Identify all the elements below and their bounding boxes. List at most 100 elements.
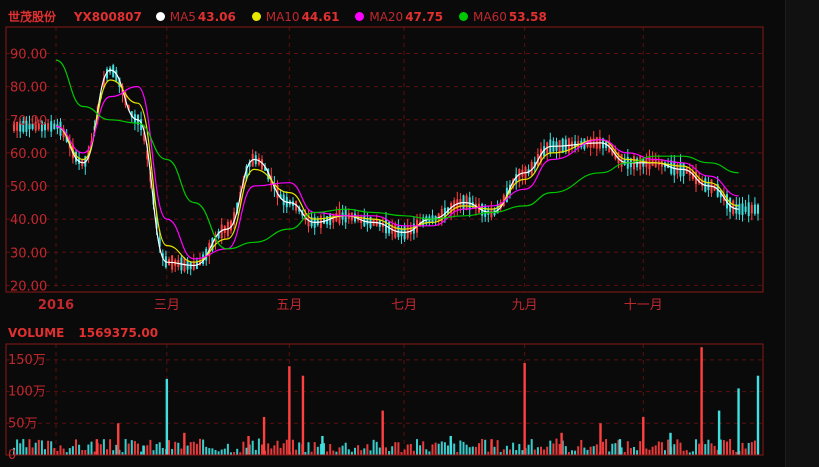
volume-bar-minor bbox=[645, 448, 648, 455]
volume-bar-minor bbox=[595, 444, 598, 455]
volume-bar bbox=[669, 432, 672, 455]
volume-bar-minor bbox=[564, 446, 567, 455]
volume-bar-minor bbox=[685, 450, 688, 455]
ma20-dot-icon bbox=[355, 12, 365, 21]
volume-bar-minor bbox=[540, 446, 542, 455]
date-tick-label: 五月 bbox=[276, 298, 302, 313]
volume-bar-minor bbox=[648, 449, 651, 455]
stock-code: YX800807 bbox=[73, 9, 142, 24]
volume-bar-minor bbox=[546, 446, 549, 455]
volume-bar-minor bbox=[174, 441, 177, 455]
volume-bar-minor bbox=[388, 451, 391, 455]
volume-bar-minor bbox=[109, 439, 112, 455]
volume-bar bbox=[321, 435, 324, 455]
ma20-line bbox=[55, 85, 739, 260]
price-tick-label: 50.00 bbox=[10, 180, 47, 195]
price-tick-label: 60.00 bbox=[10, 147, 47, 162]
volume-bar-minor bbox=[347, 449, 350, 455]
volume-bar-minor bbox=[56, 451, 59, 455]
volume-bar-minor bbox=[468, 447, 471, 455]
volume-bar-minor bbox=[93, 451, 96, 455]
volume-bar-minor bbox=[695, 439, 697, 455]
volume-bar-minor bbox=[366, 444, 369, 455]
volume-bar-minor bbox=[558, 443, 561, 455]
volume-bar-minor bbox=[391, 446, 394, 455]
volume-bar-minor bbox=[149, 439, 152, 455]
volume-bar-minor bbox=[741, 442, 744, 455]
volume-bar-minor bbox=[34, 442, 37, 455]
volume-bar-minor bbox=[87, 444, 90, 455]
volume-bar-minor bbox=[158, 442, 161, 455]
volume-bar-minor bbox=[654, 445, 657, 455]
volume-bar-minor bbox=[664, 450, 666, 455]
volume-bar-minor bbox=[211, 448, 214, 455]
volume-bar-minor bbox=[465, 444, 468, 455]
volume-bar-minor bbox=[533, 449, 536, 455]
volume-bar-minor bbox=[59, 445, 62, 455]
volume-bar-minor bbox=[397, 442, 400, 455]
volume-bar-minor bbox=[102, 439, 105, 455]
volume-bar-minor bbox=[580, 439, 583, 455]
volume-bar-minor bbox=[71, 446, 74, 455]
volume-bar-minor bbox=[270, 448, 273, 455]
ma5-label: MA5 bbox=[169, 9, 196, 24]
chart-canvas: 20.00 30.00 40.00 50.00 60.00 70.00 80.00 90.00… bbox=[5, 26, 764, 463]
volume-bar-minor bbox=[44, 449, 46, 455]
volume-bar-minor bbox=[726, 441, 728, 455]
volume-bar-minor bbox=[484, 439, 487, 455]
volume-bar-minor bbox=[437, 443, 440, 455]
volume-bar-minor bbox=[31, 447, 34, 455]
ma20-value: 47.75 bbox=[405, 9, 444, 24]
volume-bar-minor bbox=[614, 443, 617, 455]
volume-tick-label: 150万 bbox=[8, 353, 46, 368]
volume-bar-minor bbox=[90, 441, 93, 455]
volume-bar-minor bbox=[589, 446, 592, 455]
volume-bar-minor bbox=[137, 443, 139, 455]
volume-bar-minor bbox=[471, 446, 474, 455]
ma60-dot-icon bbox=[459, 12, 468, 21]
price-tick-label: 90.00 bbox=[10, 48, 47, 63]
volume-bar-minor bbox=[571, 450, 573, 455]
volume-bar-minor bbox=[431, 444, 434, 455]
volume-bar bbox=[737, 388, 740, 455]
volume-bar-minor bbox=[626, 441, 629, 455]
right-scroll-panel[interactable] bbox=[785, 0, 819, 467]
volume-bar-minor bbox=[279, 447, 282, 455]
volume-bar bbox=[165, 378, 169, 455]
volume-bar-minor bbox=[521, 450, 524, 455]
volume-bar-minor bbox=[313, 442, 316, 455]
volume-bar-minor bbox=[406, 444, 409, 455]
date-tick-label: 2016 bbox=[38, 298, 74, 313]
volume-bar-minor bbox=[245, 447, 248, 455]
volume-bar-minor bbox=[651, 446, 654, 455]
volume-bar-minor bbox=[295, 449, 298, 455]
volume-bar-minor bbox=[375, 441, 378, 455]
volume-bar-minor bbox=[146, 445, 149, 455]
date-tick-label: 七月 bbox=[391, 298, 417, 313]
volume-bar-minor bbox=[592, 446, 595, 455]
price-tick-label: 30.00 bbox=[10, 246, 47, 261]
volume-bar-minor bbox=[298, 442, 301, 455]
volume-bar-minor bbox=[202, 439, 205, 455]
volume-bar-minor bbox=[220, 449, 223, 455]
volume-bar-minor bbox=[419, 445, 422, 455]
volume-bar-minor bbox=[99, 444, 102, 455]
volume-bar-minor bbox=[487, 451, 490, 455]
volume-bar-minor bbox=[416, 439, 418, 455]
ma60-value: 53.58 bbox=[508, 9, 547, 24]
volume-bar-minor bbox=[177, 442, 180, 455]
volume-bar bbox=[756, 375, 760, 455]
volume-bar bbox=[381, 410, 384, 455]
volume-bar bbox=[117, 423, 120, 455]
volume-bar-minor bbox=[292, 439, 294, 455]
volume-bar-minor bbox=[25, 447, 28, 455]
volume-bar-minor bbox=[208, 448, 211, 455]
volume-bar-minor bbox=[577, 446, 580, 455]
volume-bar-minor bbox=[171, 448, 174, 455]
ma20-label: MA20 bbox=[369, 9, 404, 24]
volume-bar-minor bbox=[344, 442, 347, 455]
volume-bar-minor bbox=[660, 442, 663, 455]
volume-bar-minor bbox=[189, 442, 192, 455]
volume-bar-minor bbox=[251, 440, 254, 455]
volume-bar-minor bbox=[326, 451, 329, 455]
